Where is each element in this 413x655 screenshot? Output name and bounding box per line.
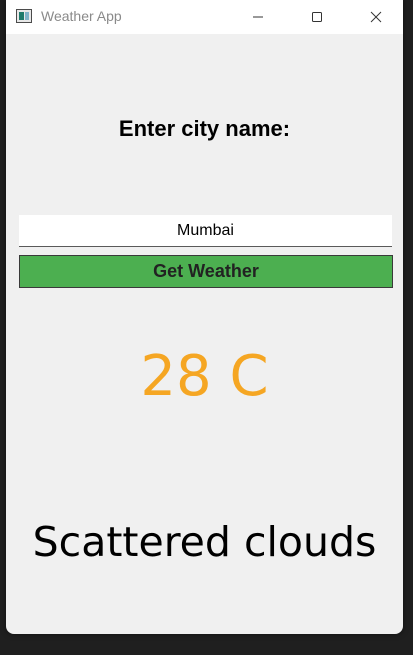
app-icon bbox=[16, 9, 32, 23]
city-input[interactable] bbox=[19, 215, 392, 247]
minimize-button[interactable] bbox=[235, 0, 281, 34]
app-window: Weather App Enter city name: Get Weather… bbox=[6, 0, 403, 634]
city-prompt-label: Enter city name: bbox=[118, 116, 291, 141]
close-button[interactable] bbox=[353, 0, 399, 34]
window-title: Weather App bbox=[41, 8, 122, 24]
temperature-display: 28 C bbox=[140, 344, 269, 409]
window-content: Enter city name: Get Weather 28 C Scatte… bbox=[6, 34, 403, 634]
get-weather-button[interactable]: Get Weather bbox=[19, 255, 393, 288]
maximize-icon bbox=[312, 12, 322, 22]
minimize-icon bbox=[253, 16, 263, 18]
weather-description: Scattered clouds bbox=[32, 518, 377, 566]
close-icon bbox=[370, 11, 382, 23]
maximize-button[interactable] bbox=[294, 0, 340, 34]
title-bar[interactable]: Weather App bbox=[6, 0, 403, 34]
